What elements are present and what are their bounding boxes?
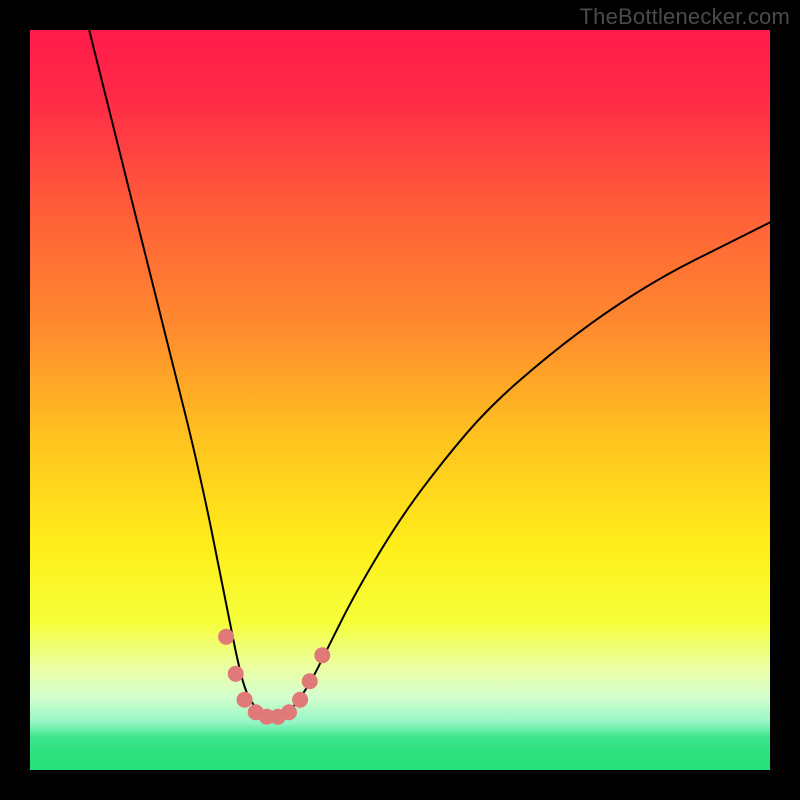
plot-area (30, 30, 770, 770)
marker-dot (218, 629, 234, 645)
gradient-background (30, 30, 770, 770)
chart-svg (30, 30, 770, 770)
marker-dot (292, 692, 308, 708)
marker-dot (302, 673, 318, 689)
chart-frame: TheBottlenecker.com (0, 0, 800, 800)
marker-dot (237, 692, 253, 708)
marker-dot (228, 666, 244, 682)
watermark-text: TheBottlenecker.com (580, 4, 790, 30)
marker-dot (281, 704, 297, 720)
marker-dot (314, 647, 330, 663)
